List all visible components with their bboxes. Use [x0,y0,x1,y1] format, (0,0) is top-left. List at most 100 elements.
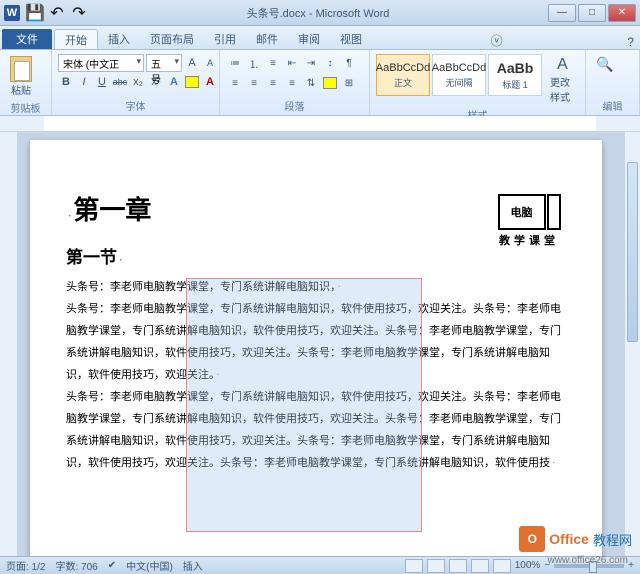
zoom-out-button[interactable]: − [544,560,550,571]
paragraph-label: 段落 [226,97,363,113]
print-layout-view[interactable] [405,559,423,573]
font-size-combo[interactable]: 五号 [146,54,182,72]
font-group-label: 字体 [58,97,213,113]
tab-page-layout[interactable]: 页面布局 [140,29,204,49]
align-center-icon[interactable]: ≡ [245,74,263,92]
style-preview: AaBbCcDd [432,62,486,74]
file-tab[interactable]: 文件 [2,29,52,49]
outline-view[interactable] [471,559,489,573]
font-color-button[interactable]: A [202,74,218,90]
tab-mailings[interactable]: 邮件 [246,29,288,49]
tab-home[interactable]: 开始 [54,29,98,49]
style-name: 标题 1 [502,78,528,91]
document-area: 电脑 教学课堂 第一章 第一节 头条号：李老师电脑教学课堂，专门系统讲解电脑知识… [0,132,640,556]
group-editing: 🔍 编辑 [586,50,640,115]
statusbar: 页面: 1/2 字数: 706 ✔ 中文(中国) 插入 100% − + [0,556,640,574]
tab-view[interactable]: 视图 [330,29,372,49]
paragraph-text: 头条号：李老师电脑教学课堂，专门系统讲解电脑知识，软件使用技巧，欢迎关注。头条号… [66,386,566,474]
paragraph-text: 头条号：李老师电脑教学课堂，专门系统讲解电脑知识， [66,276,566,298]
horizontal-ruler[interactable] [0,116,640,132]
line-spacing-icon[interactable]: ⇅ [302,74,320,92]
strike-button[interactable]: abc [112,74,128,90]
minimize-button[interactable]: — [548,4,576,22]
font-name-combo[interactable]: 宋体 (中文正 [58,54,144,72]
paste-button[interactable]: 粘贴 [6,54,36,99]
find-button[interactable]: 🔍 [592,54,617,75]
change-styles-button[interactable]: A 更改样式 [546,54,579,106]
change-styles-label: 更改样式 [550,74,575,104]
group-styles: AaBbCcDd 正文 AaBbCcDd 无间隔 AaBb 标题 1 A 更改样… [370,50,586,115]
word-icon: W [4,5,20,21]
tab-references[interactable]: 引用 [204,29,246,49]
show-marks-icon[interactable]: ¶ [340,54,358,72]
image-caption: 教学课堂 [492,232,566,248]
language-indicator[interactable]: 中文(中国) [126,558,173,573]
bullets-icon[interactable]: ≔ [226,54,244,72]
shading-button[interactable] [321,74,339,92]
redo-icon[interactable]: ↷ [70,4,88,22]
find-icon: 🔍 [596,56,613,73]
text-effects-icon[interactable]: A [166,74,182,90]
monitor-icon: 电脑 [498,194,546,230]
group-font: 宋体 (中文正 五号 A A B I U abc x₂ x² A A 字 [52,50,220,115]
titlebar: W 💾 ↶ ↷ 头条号.docx - Microsoft Word — □ ✕ [0,0,640,26]
increase-indent-icon[interactable]: ⇥ [302,54,320,72]
clipboard-label: 剪贴板 [6,99,45,115]
word-count[interactable]: 字数: 706 [55,558,97,573]
paste-label: 粘贴 [11,82,31,97]
zoom-in-button[interactable]: + [628,560,634,571]
web-layout-view[interactable] [449,559,467,573]
computer-clipart: 电脑 教学课堂 [492,194,566,248]
draft-view[interactable] [493,559,511,573]
multilevel-icon[interactable]: ≡ [264,54,282,72]
highlight-button[interactable] [184,74,200,90]
bold-button[interactable]: B [58,74,74,90]
tab-review[interactable]: 审阅 [288,29,330,49]
scroll-thumb[interactable] [627,162,638,342]
heading-1: 第一章 [66,190,566,227]
group-clipboard: 粘贴 剪贴板 [0,50,52,115]
save-icon[interactable]: 💾 [26,4,44,22]
fullscreen-view[interactable] [427,559,445,573]
vertical-ruler[interactable] [0,132,18,556]
italic-button[interactable]: I [76,74,92,90]
maximize-button[interactable]: □ [578,4,606,22]
page-indicator[interactable]: 页面: 1/2 [6,558,45,573]
shrink-font-icon[interactable]: A [202,55,218,71]
numbering-icon[interactable]: ⒈ [245,54,263,72]
sort-icon[interactable]: ↕ [321,54,339,72]
highlight-swatch [185,76,199,88]
style-heading1[interactable]: AaBb 标题 1 [488,54,542,96]
undo-icon[interactable]: ↶ [48,4,66,22]
subscript-button[interactable]: x₂ [130,74,146,90]
decrease-indent-icon[interactable]: ⇤ [283,54,301,72]
change-styles-icon: A [557,56,568,74]
justify-icon[interactable]: ≡ [283,74,301,92]
page[interactable]: 电脑 教学课堂 第一章 第一节 头条号：李老师电脑教学课堂，专门系统讲解电脑知识… [30,140,602,556]
align-right-icon[interactable]: ≡ [264,74,282,92]
borders-icon[interactable]: ⊞ [340,74,358,92]
style-name: 正文 [394,76,412,89]
style-no-spacing[interactable]: AaBbCcDd 无间隔 [432,54,486,96]
vertical-scrollbar[interactable] [624,132,640,556]
style-normal[interactable]: AaBbCcDd 正文 [376,54,430,96]
heading-2: 第一节 [66,243,566,268]
pc-case-icon [547,194,561,230]
proofing-icon[interactable]: ✔ [108,560,116,571]
editing-label: 编辑 [592,97,633,113]
zoom-level[interactable]: 100% [515,560,541,571]
align-left-icon[interactable]: ≡ [226,74,244,92]
ribbon-tabs: 文件 开始 插入 页面布局 引用 邮件 审阅 视图 ⓥ ? [0,26,640,50]
grow-font-icon[interactable]: A [184,55,200,71]
zoom-slider[interactable] [554,564,624,568]
minimize-ribbon-icon[interactable]: ⓥ [491,32,503,49]
help-icon[interactable]: ? [627,35,634,49]
tab-insert[interactable]: 插入 [98,29,140,49]
insert-mode[interactable]: 插入 [183,558,203,573]
window-title: 头条号.docx - Microsoft Word [90,5,546,21]
style-preview: AaBbCcDd [376,62,430,74]
style-name: 无间隔 [445,76,472,89]
close-button[interactable]: ✕ [608,4,636,22]
ribbon: 粘贴 剪贴板 宋体 (中文正 五号 A A B I U abc x₂ x² [0,50,640,116]
underline-button[interactable]: U [94,74,110,90]
